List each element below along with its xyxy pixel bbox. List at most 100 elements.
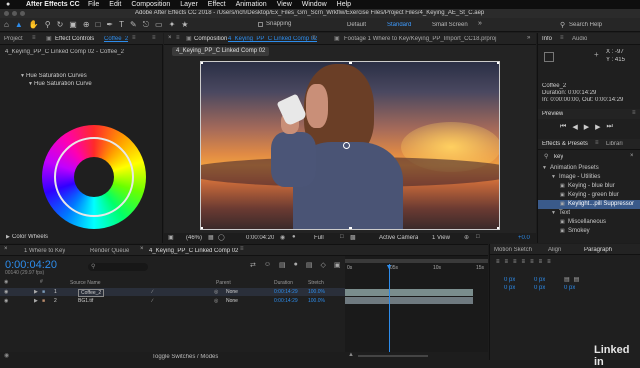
toggle-switches-modes[interactable]: Toggle Switches / Modes [152,354,218,360]
handle-bl[interactable] [201,227,203,229]
layer-switch-icon[interactable]: ∕ [152,298,153,304]
zoom-window-icon[interactable] [20,11,25,16]
camera-tool-icon[interactable]: ▣ [69,21,77,29]
workspace-overflow-icon[interactable]: » [478,20,482,27]
region-icon[interactable]: □ [340,234,344,240]
close-window-icon[interactable] [4,11,9,16]
visibility-icon[interactable]: ◉ [4,289,8,295]
effects-tree-item[interactable]: ▼ Text [538,209,640,218]
roto-tool-icon[interactable]: ✦ [169,21,176,29]
paragraph-icon-b[interactable]: ▤ [574,276,580,283]
tab-libraries[interactable]: Librari [606,141,623,147]
align-center-icon[interactable]: ≡ [505,259,509,265]
preview-menu-icon[interactable]: ≡ [632,110,636,116]
3d-icon[interactable]: □ [476,234,480,240]
panel-menu-icon-2[interactable]: ≡ [152,35,156,41]
panel-menu-icon[interactable]: ≡ [176,35,180,41]
effects-search[interactable]: ⚲ key × [542,153,637,162]
timeline-menu-icon[interactable]: ≡ [240,246,244,252]
comp-flowchart-icon[interactable]: ⇄ [250,261,256,269]
col-source-name[interactable]: Source Name [70,280,101,286]
info-menu-icon[interactable]: ≡ [560,35,564,41]
effects-tree-item[interactable]: ▣ Keying - green blur [538,191,640,200]
apple-icon[interactable]: ● [6,0,13,9]
effects-tree-item[interactable]: ▣ Smokey [538,227,640,236]
handle-tr[interactable] [497,62,499,64]
close-tab-icon-2[interactable]: × [140,246,144,252]
motion-blur-icon[interactable]: ● [294,261,298,269]
tab-project[interactable]: Project [4,36,23,42]
align-left-icon[interactable]: ≡ [496,259,500,265]
layer-parent[interactable]: None [226,289,238,295]
menu-item-composition[interactable]: Composition [131,1,170,9]
layer-stretch[interactable]: 100.0% [308,289,325,295]
snapshot-icon[interactable]: ◉ [280,234,285,241]
comp-subtab[interactable]: 4_Keying_PP_C Linked Comp 02 [172,47,270,56]
brush-tool-icon[interactable]: ✎ [130,21,137,29]
paragraph-icon-a[interactable]: ▤ [564,276,570,283]
comp-tab-prefix[interactable]: Composition [194,36,227,42]
mask-icon[interactable]: ◯ [218,234,225,241]
effects-menu-icon[interactable]: ≡ [595,140,599,146]
tab-effect-controls[interactable]: Effect Controls [55,36,94,42]
hue-color-wheel[interactable] [42,125,146,229]
justify-left-icon[interactable]: ≡ [522,259,526,265]
last-frame-icon[interactable]: ⏭ [606,123,612,131]
effects-tree-item[interactable]: ▣ Keylight...pill Suppressor [538,200,640,209]
layer-duration[interactable]: 0:00:14:29 [274,298,298,304]
effects-tree-item[interactable]: ▼ Image - Utilities [538,173,640,182]
layer-duration[interactable]: 0:00:14:29 [274,289,298,295]
rectangle-tool-icon[interactable]: □ [96,21,101,29]
comp-tab-menu-icon[interactable]: ≡ [312,35,316,41]
pen-tool-icon[interactable]: ✒ [106,21,113,29]
collapse-effect-icon[interactable]: ▼ [20,73,25,79]
col-duration[interactable]: Duration [274,280,293,286]
render-time-icon[interactable]: ◉ [4,352,9,359]
search-help-input[interactable]: Search Help [569,22,602,28]
space-after-value[interactable]: 0 px [564,285,575,291]
menu-item-edit[interactable]: Edit [109,1,121,9]
justify-right-icon[interactable]: ≡ [539,259,543,265]
tab-paragraph[interactable]: Paragraph [584,247,612,253]
timeline-search[interactable]: ⚲ [88,263,148,271]
next-frame-icon[interactable]: ▶ [595,123,600,131]
handle-br[interactable] [497,227,499,229]
menu-item-file[interactable]: File [88,1,99,9]
layer-switch-icon[interactable]: ∕ [152,289,153,295]
brainstorm-icon[interactable]: ▣ [334,261,341,269]
viewer-timecode[interactable]: 0:00:04:20 [246,235,274,241]
justify-all-icon[interactable]: ≡ [547,259,551,265]
color-wheels-toggle-icon[interactable]: ▶ [6,234,10,240]
work-area-bar[interactable] [345,259,488,263]
indent-left-value[interactable]: 0 px [504,277,515,283]
menu-item-window[interactable]: Window [302,1,327,9]
tab-effects-presets[interactable]: Effects & Presets [542,141,588,147]
zoom-out-icon[interactable]: ▲ [348,352,354,358]
panel-expand-icon[interactable]: ≡ [132,35,136,41]
expand-layer-icon[interactable]: ▶ [34,289,38,295]
tab-audio[interactable]: Audio [572,36,587,42]
indent-first-value[interactable]: 0 px [504,285,515,291]
pan-behind-icon[interactable]: ⊕ [83,21,90,29]
show-channel-icon[interactable]: ● [292,234,296,240]
minimize-window-icon[interactable] [12,11,17,16]
graph-editor-icon[interactable]: ▤ [306,261,313,269]
close-tab-icon[interactable]: × [168,35,172,41]
layer-row[interactable]: ◉ ▶ ■ 2 BG1.tif ∕ ◎ None 0:00:14:29 100.0% [0,297,345,305]
parent-link-icon[interactable]: ◎ [214,298,218,304]
shy-icon[interactable]: ☺ [264,261,271,269]
layer-bar-2[interactable] [345,297,473,304]
always-preview-icon[interactable]: ▣ [168,234,174,241]
disclosure-triangle-icon[interactable]: ▼ [542,164,550,173]
handle-tl[interactable] [201,62,203,64]
tab-info[interactable]: Info [542,36,552,42]
time-ruler[interactable]: 0s 05s 10s 15s [345,264,488,276]
draft-3d-icon[interactable]: ◇ [321,261,326,269]
layer-name[interactable]: BG1.tif [78,298,93,304]
indent-right-value[interactable]: 0 px [534,277,545,283]
frame-blend-icon[interactable]: ▤ [279,261,286,269]
home-icon[interactable]: ⌂ [4,21,9,29]
menu-item-view[interactable]: View [277,1,292,9]
zoom-slider[interactable] [358,355,428,357]
label-color-icon[interactable]: ■ [42,298,45,304]
